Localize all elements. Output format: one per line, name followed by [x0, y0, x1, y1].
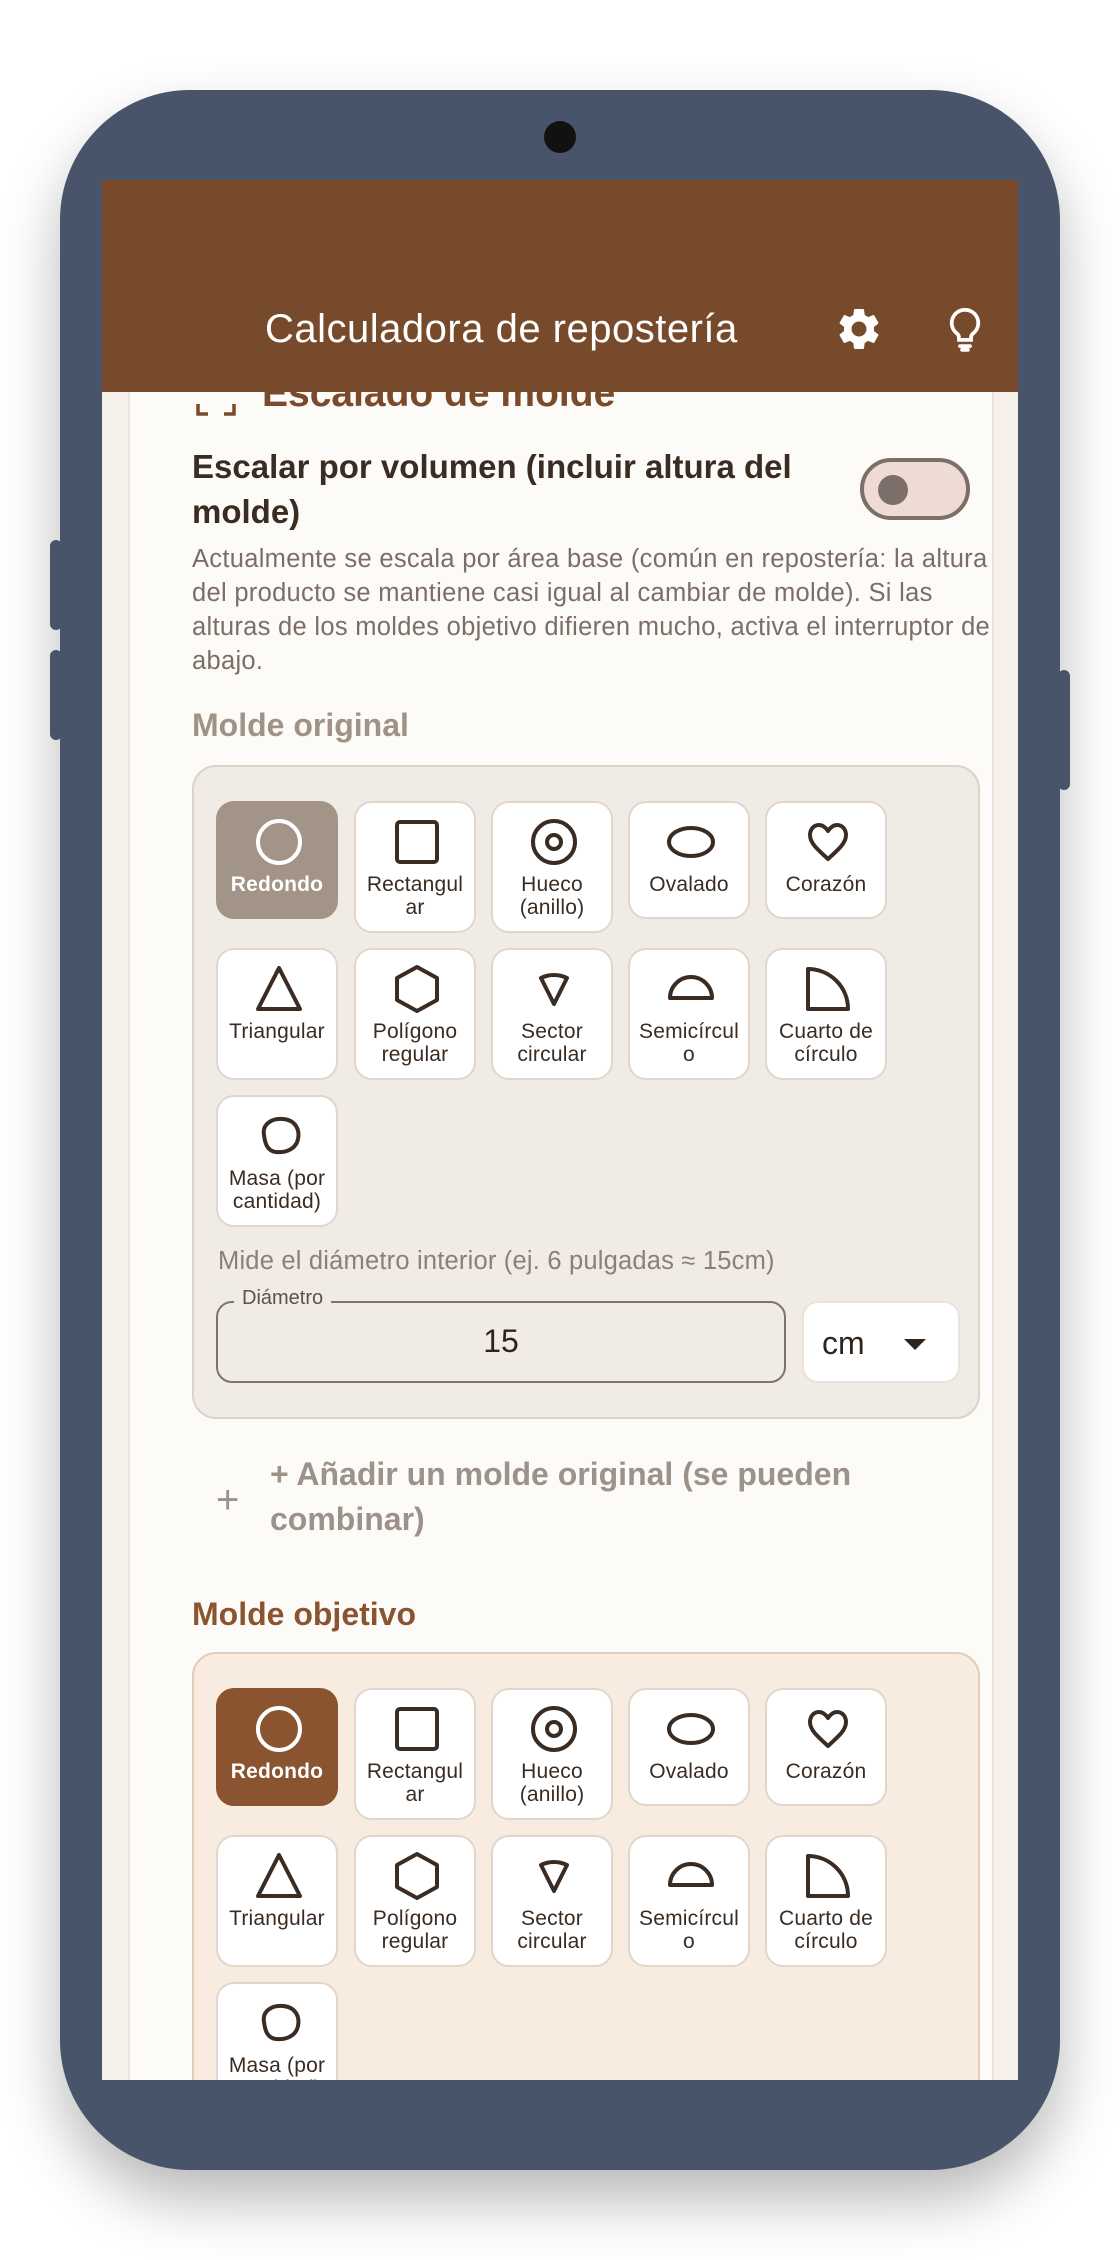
shape-cuarto[interactable]: Cuarto de círculo — [765, 1835, 887, 1967]
shape-label: Polígono regular — [372, 1020, 458, 1066]
oval-icon — [667, 1713, 715, 1745]
main-content: Escalado de molde Escalar por volumen (i… — [102, 372, 1018, 2080]
shape-label: Semicírcul o — [638, 1020, 740, 1066]
square-icon — [395, 1707, 439, 1751]
toggle-knob — [878, 475, 908, 505]
shape-label: Triangular — [229, 1020, 325, 1043]
shape-semicirculo[interactable]: Semicírcul o — [628, 948, 750, 1080]
shape-masa[interactable]: Masa (por cantidad) — [216, 1095, 338, 1227]
shape-label: Hueco (anillo) — [519, 1760, 585, 1806]
circle-icon — [256, 819, 302, 865]
shape-redondo[interactable]: Redondo — [216, 801, 338, 919]
shape-redondo[interactable]: Redondo — [216, 1688, 338, 1806]
oval-icon — [667, 826, 715, 858]
plus-icon: + — [216, 1478, 240, 1522]
sector-icon — [539, 973, 569, 1006]
sector-icon — [539, 1860, 569, 1893]
heart-icon — [808, 823, 848, 861]
volume-down-button — [50, 650, 62, 740]
dough-icon — [261, 2003, 301, 2042]
heart-icon — [808, 1710, 848, 1748]
quarter-circle-icon — [806, 1854, 850, 1898]
shape-ovalado[interactable]: Ovalado — [628, 801, 750, 919]
shape-hueco[interactable]: Hueco (anillo) — [491, 801, 613, 933]
hexagon-icon — [395, 1852, 439, 1900]
shape-rectangular[interactable]: Rectangul ar — [354, 1688, 476, 1820]
ring-icon — [531, 819, 577, 865]
diameter-value: 15 — [483, 1323, 519, 1359]
circle-icon — [256, 1706, 302, 1752]
original-mold-panel: Redondo Rectangul ar Hueco (anillo) Oval… — [192, 765, 980, 1419]
shape-sector[interactable]: Sector circular — [491, 948, 613, 1080]
hexagon-icon — [395, 965, 439, 1013]
shape-semicirculo[interactable]: Semicírcul o — [628, 1835, 750, 1967]
triangle-icon — [256, 966, 302, 1011]
shape-label: Rectangul ar — [366, 873, 464, 919]
lightbulb-icon[interactable] — [940, 304, 990, 354]
shape-label: Cuarto de círculo — [778, 1020, 874, 1066]
shape-rectangular[interactable]: Rectangul ar — [354, 801, 476, 933]
square-icon — [395, 820, 439, 864]
shape-hueco[interactable]: Hueco (anillo) — [491, 1688, 613, 1820]
original-mold-heading: Molde original — [192, 707, 409, 743]
shape-label: Redondo — [230, 873, 324, 896]
shape-label: Masa (por cantidad) — [228, 2054, 326, 2080]
shape-label: Hueco (anillo) — [519, 873, 585, 919]
unit-value: cm — [822, 1325, 865, 1361]
power-button — [1058, 670, 1070, 790]
mold-scaling-card: Escalado de molde Escalar por volumen (i… — [128, 372, 994, 2080]
triangle-icon — [256, 1853, 302, 1898]
dropdown-arrow-icon — [904, 1339, 926, 1350]
quarter-circle-icon — [806, 967, 850, 1011]
volume-toggle-label: Escalar por volumen (incluir altura del … — [192, 448, 792, 530]
shape-label: Ovalado — [649, 1760, 729, 1783]
scaling-description: Actualmente se escala por área base (com… — [192, 545, 991, 675]
target-mold-panel: Redondo Rectangul ar Hueco (anillo) Oval… — [192, 1652, 980, 2080]
add-original-label: + Añadir un molde original (se pueden co… — [270, 1456, 852, 1537]
shape-label: Corazón — [785, 1760, 867, 1783]
shape-cuarto[interactable]: Cuarto de círculo — [765, 948, 887, 1080]
semicircle-icon — [668, 975, 714, 1000]
shape-corazon[interactable]: Corazón — [765, 801, 887, 919]
app-screen: Calculadora de repostería Escalado de mo… — [102, 180, 1018, 2080]
shape-sector[interactable]: Sector circular — [491, 1835, 613, 1967]
shape-label: Redondo — [230, 1760, 324, 1783]
shape-label: Rectangul ar — [366, 1760, 464, 1806]
volume-up-button — [50, 540, 62, 630]
front-camera — [544, 121, 576, 153]
shape-label: Cuarto de círculo — [778, 1907, 874, 1953]
dough-icon — [261, 1116, 301, 1155]
shape-label: Corazón — [785, 873, 867, 896]
shape-poligono[interactable]: Polígono regular — [354, 948, 476, 1080]
shape-label: Masa (por cantidad) — [228, 1167, 326, 1213]
diameter-field[interactable]: Diámetro 15 — [216, 1287, 786, 1383]
shape-label: Polígono regular — [372, 1907, 458, 1953]
app-bar: Calculadora de repostería — [102, 180, 1018, 392]
diameter-field-label: Diámetro — [234, 1287, 332, 1310]
shape-triangular[interactable]: Triangular — [216, 1835, 338, 1967]
shape-ovalado[interactable]: Ovalado — [628, 1688, 750, 1806]
target-mold-heading: Molde objetivo — [192, 1596, 416, 1632]
shape-label: Sector circular — [517, 1020, 587, 1066]
shape-masa[interactable]: Masa (por cantidad) — [216, 1982, 338, 2080]
measure-hint: Mide el diámetro interior (ej. 6 pulgada… — [218, 1247, 775, 1275]
gear-icon[interactable] — [834, 304, 884, 354]
shape-poligono[interactable]: Polígono regular — [354, 1835, 476, 1967]
shape-triangular[interactable]: Triangular — [216, 948, 338, 1080]
shape-label: Ovalado — [649, 873, 729, 896]
shape-label: Sector circular — [517, 1907, 587, 1953]
shape-label: Semicírcul o — [638, 1907, 740, 1953]
app-title: Calculadora de repostería — [265, 307, 738, 351]
unit-dropdown[interactable]: cm — [802, 1301, 960, 1383]
volume-scale-toggle[interactable] — [860, 458, 970, 520]
ring-icon — [531, 1706, 577, 1752]
semicircle-icon — [668, 1862, 714, 1887]
shape-label: Triangular — [229, 1907, 325, 1930]
shape-corazon[interactable]: Corazón — [765, 1688, 887, 1806]
